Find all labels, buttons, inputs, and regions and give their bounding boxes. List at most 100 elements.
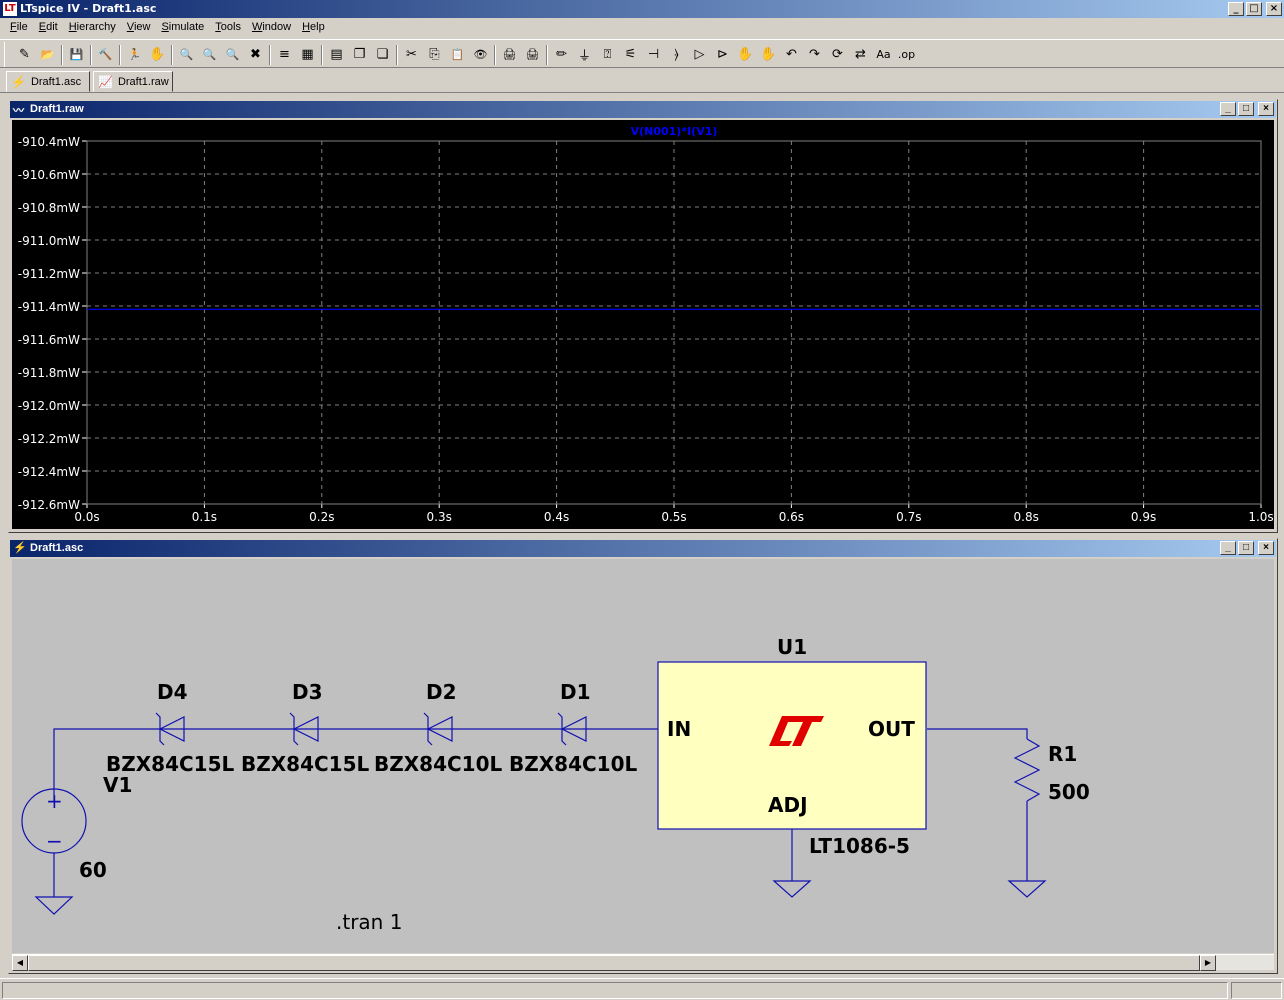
zoom-out-icon[interactable]: 🔍 [221, 44, 244, 66]
tile-horizontal-icon[interactable]: ▤ [325, 44, 348, 66]
x-tick-label: 0.0s [74, 510, 99, 524]
menu-label: dit [46, 21, 58, 33]
drag-icon[interactable]: ✋ [757, 44, 780, 66]
tab-draft1-raw[interactable]: 📈 Draft1.raw [93, 71, 173, 92]
print-icon[interactable]: 🖨 [521, 44, 544, 66]
cascade-icon[interactable]: ❐ [348, 44, 371, 66]
menu-hierarchy[interactable]: Hierarchy [65, 19, 123, 38]
copy-icon[interactable]: ⎘ [423, 44, 446, 66]
trace-label[interactable]: V(N001)*I(V1) [631, 125, 718, 138]
toolbar-separator [396, 44, 398, 65]
menu-file[interactable]: File [6, 19, 35, 38]
new-schematic-icon[interactable]: ✎ [13, 44, 36, 66]
spice-directive-icon[interactable]: .op [895, 44, 918, 66]
minimize-icon[interactable]: _ [1228, 2, 1244, 16]
ground-icon[interactable]: ⏚ [573, 44, 596, 66]
redo-icon[interactable]: ↷ [803, 44, 826, 66]
scroll-right-icon[interactable]: ▶ [1200, 955, 1216, 971]
menu-label: elp [310, 21, 325, 33]
zoom-fit-icon[interactable]: ✖ [244, 44, 267, 66]
r1-ref-label: R1 [1048, 742, 1077, 766]
zoom-in-icon[interactable]: 🔍 [175, 44, 198, 66]
waveform-chart[interactable]: 0.0s 0.1s 0.2s 0.3s 0.4s 0.5s 0.6s 0.7s 0.8s 0.9s… [12, 120, 1274, 529]
waveform-plot-area[interactable]: 0.0s 0.1s 0.2s 0.3s 0.4s 0.5s 0.6s 0.7s 0.8s 0.9s… [12, 120, 1274, 529]
undo-icon[interactable]: ↶ [780, 44, 803, 66]
menu-tools[interactable]: Tools [211, 19, 248, 38]
r1-value-label: 500 [1048, 780, 1090, 804]
waveform-window-title: Draft1.raw [30, 103, 84, 115]
app-title-bar[interactable]: LT LTspice IV - Draft1.asc _ □ × [0, 0, 1284, 18]
pan-icon[interactable]: 🔍 [198, 44, 221, 66]
ground-r1-icon[interactable] [1007, 880, 1047, 898]
resistor-r1[interactable] [1013, 738, 1041, 802]
run-icon[interactable]: 🏃 [123, 44, 146, 66]
scrollbar-thumb[interactable] [28, 955, 1200, 971]
label-net-icon[interactable]: ⍰ [596, 44, 619, 66]
spice-directive-text[interactable]: .tran 1 [336, 910, 402, 934]
text-icon[interactable]: Aa [872, 44, 895, 66]
print-setup-icon[interactable]: 🖨 [498, 44, 521, 66]
d1-value-label: BZX84C10L [509, 752, 638, 776]
capacitor-icon[interactable]: ⊣ [642, 44, 665, 66]
menu-help[interactable]: Help [298, 19, 332, 38]
diode-icon[interactable]: ▷ [688, 44, 711, 66]
ground-v1-icon[interactable] [34, 896, 74, 915]
x-tick-label: 0.7s [896, 510, 921, 524]
x-tick-label: 0.5s [661, 510, 686, 524]
menu-accelerator: H [68, 21, 77, 33]
x-tick-label: 0.6s [779, 510, 804, 524]
resistor-icon[interactable]: ⚟ [619, 44, 642, 66]
menu-accelerator: H [302, 21, 311, 33]
menu-edit[interactable]: Edit [35, 19, 65, 38]
paste-icon[interactable]: 📋 [446, 44, 469, 66]
v1-value-label: 60 [79, 858, 107, 882]
wire-icon[interactable]: ✏ [550, 44, 573, 66]
component-icon[interactable]: ⊳ [711, 44, 734, 66]
grid-icon[interactable]: ▦ [296, 44, 319, 66]
minimize-icon[interactable]: _ [1220, 102, 1236, 116]
find-icon[interactable]: 👁 [469, 44, 492, 66]
wire-output[interactable] [927, 728, 1028, 739]
menu-bar: File Edit Hierarchy View Simulate Tools Window… [0, 19, 1284, 38]
toolbar-separator [494, 44, 496, 65]
tab-draft1-asc[interactable]: ⚡ Draft1.asc [6, 71, 90, 92]
halt-icon[interactable]: ✋ [146, 44, 169, 66]
y-tick-label: -912.6mW [18, 498, 80, 512]
d2-value-label: BZX84C10L [374, 752, 503, 776]
control-panel-icon[interactable]: 🔨 [94, 44, 117, 66]
inductor-icon[interactable]: ⦒ [665, 44, 688, 66]
menu-view[interactable]: View [123, 19, 158, 38]
rotate-icon[interactable]: ⟳ [826, 44, 849, 66]
u1-out-pin-label: OUT [868, 717, 915, 741]
tab-label: Draft1.raw [117, 75, 169, 88]
minimize-icon[interactable]: _ [1220, 541, 1236, 555]
menu-label: ools [220, 21, 241, 33]
menu-simulate[interactable]: Simulate [157, 19, 211, 38]
tile-vertical-icon[interactable]: ❏ [371, 44, 394, 66]
close-icon[interactable]: × [1266, 2, 1282, 16]
schematic-horizontal-scrollbar[interactable]: ◀ ▶ [12, 954, 1274, 971]
scroll-left-icon[interactable]: ◀ [12, 955, 28, 971]
schematic-window-title-bar[interactable]: ⚡ Draft1.asc _ □ × [10, 540, 1276, 557]
restore-icon[interactable]: □ [1246, 2, 1262, 16]
cut-icon[interactable]: ✂ [400, 44, 423, 66]
close-icon[interactable]: × [1258, 102, 1274, 116]
open-icon[interactable]: 📂 [36, 44, 59, 66]
schematic-drawing[interactable]: V1 60 D4 BZX84C15L D3 BZX84C15L D2 BZX84… [12, 559, 1274, 954]
move-icon[interactable]: ✋ [734, 44, 757, 66]
toolbar-separator [119, 44, 121, 65]
mirror-icon[interactable]: ⇄ [849, 44, 872, 66]
ground-adj-icon[interactable] [772, 880, 812, 898]
schematic-canvas[interactable]: V1 60 D4 BZX84C15L D3 BZX84C15L D2 BZX84… [12, 559, 1274, 953]
restore-icon[interactable]: □ [1238, 102, 1254, 116]
status-indicator-field [1231, 982, 1282, 999]
tab-label: Draft1.asc [30, 75, 82, 88]
save-icon[interactable]: 💾 [65, 44, 88, 66]
menu-window[interactable]: Window [248, 19, 298, 38]
autorange-icon[interactable]: ≡ [273, 44, 296, 66]
restore-icon[interactable]: □ [1238, 541, 1254, 555]
waveform-window-title-bar[interactable]: 〰 Draft1.raw _ □ × [10, 101, 1276, 118]
y-tick-label: -912.4mW [18, 465, 80, 479]
close-icon[interactable]: × [1258, 541, 1274, 555]
waveform-window-icon: 〰 [13, 105, 24, 117]
